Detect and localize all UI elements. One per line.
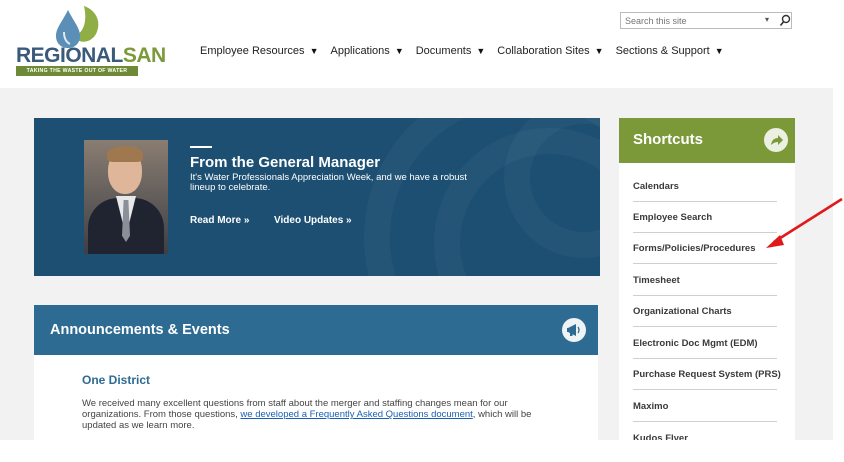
caret-down-icon: ▼	[476, 46, 486, 56]
hero-description: It's Water Professionals Appreciation We…	[190, 172, 467, 193]
nav-collaboration-sites[interactable]: Collaboration Sites ▼	[497, 45, 603, 57]
shortcuts-title: Shortcuts	[633, 131, 704, 148]
shortcut-kudos-flyer[interactable]: Kudos Flyer	[633, 423, 777, 440]
shortcut-maximo[interactable]: Maximo	[633, 391, 777, 422]
shortcut-forms-policies-procedures[interactable]: Forms/Policies/Procedures	[633, 233, 777, 264]
search-icon[interactable]	[779, 14, 791, 27]
caret-down-icon: ▼	[394, 46, 404, 56]
hero-title: From the General Manager	[190, 154, 381, 171]
red-annotation-arrow-icon	[766, 197, 843, 248]
announcement-body: We received many excellent questions fro…	[82, 398, 532, 431]
announcement-title[interactable]: One District	[82, 373, 150, 387]
shortcut-employee-search[interactable]: Employee Search	[633, 202, 777, 233]
regional-san-logo[interactable]: REGIONALSAN TAKING THE WASTE OUT OF WATE…	[12, 4, 166, 76]
megaphone-icon[interactable]	[562, 318, 586, 342]
site-search: ▾	[620, 12, 792, 29]
top-navigation: Employee Resources ▼ Applications ▼ Docume…	[200, 45, 736, 57]
caret-down-icon: ▼	[714, 46, 724, 56]
shortcut-electronic-doc-mgmt[interactable]: Electronic Doc Mgmt (EDM)	[633, 328, 777, 359]
shortcuts-header: Shortcuts	[619, 118, 795, 163]
nav-employee-resources[interactable]: Employee Resources ▼	[200, 45, 318, 57]
shortcut-organizational-charts[interactable]: Organizational Charts	[633, 296, 777, 327]
announcements-title: Announcements & Events	[50, 322, 230, 338]
read-more-link[interactable]: Read More »	[190, 215, 249, 226]
share-arrow-icon[interactable]	[764, 128, 788, 152]
logo-wordmark: REGIONALSAN	[16, 44, 166, 67]
logo-tagline: TAKING THE WASTE OUT OF WATER	[16, 66, 138, 76]
nav-sections-support[interactable]: Sections & Support ▼	[616, 45, 724, 57]
general-manager-banner: From the General Manager It's Water Prof…	[34, 118, 600, 276]
nav-applications[interactable]: Applications ▼	[330, 45, 403, 57]
shortcut-purchase-request-system[interactable]: Purchase Request System (PRS)	[633, 359, 781, 390]
announcements-header: Announcements & Events	[34, 305, 598, 355]
nav-documents[interactable]: Documents ▼	[416, 45, 486, 57]
shortcut-timesheet[interactable]: Timesheet	[633, 265, 777, 296]
water-drop-icon	[56, 6, 99, 48]
caret-down-icon: ▼	[594, 46, 604, 56]
announcement-card: One District We received many excellent …	[34, 355, 598, 445]
site-header: REGIONALSAN TAKING THE WASTE OUT OF WATE…	[0, 0, 844, 88]
video-updates-link[interactable]: Video Updates »	[274, 215, 352, 226]
search-scope-dropdown[interactable]: ▾	[765, 15, 769, 24]
shortcut-calendars[interactable]: Calendars	[633, 171, 777, 202]
caret-down-icon: ▼	[309, 46, 319, 56]
faq-document-link[interactable]: we developed a Frequently Asked Question…	[240, 409, 472, 420]
title-rule	[190, 146, 212, 148]
search-input[interactable]	[621, 13, 761, 28]
general-manager-photo	[84, 140, 168, 254]
